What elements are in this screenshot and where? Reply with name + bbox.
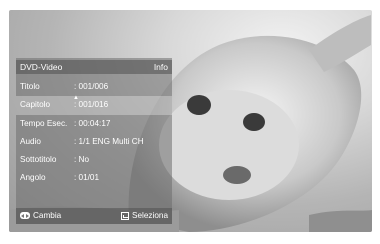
row-label: Audio [20,136,41,146]
row-label: Capitolo [20,100,51,110]
row-value: : 1/1 ENG Multi CH [74,136,144,146]
select-hint: Seleziona [121,211,168,220]
panel-footer: Cambia Seleziona [16,208,172,224]
panel-info-label: Info [153,62,168,72]
row-value: : No [74,155,90,165]
change-hint: Cambia [20,211,61,220]
enter-icon [121,211,130,220]
row-angolo[interactable]: Angolo : 01/01 [16,169,172,187]
row-sottotitolo[interactable]: Sottotitolo : No [16,151,172,169]
select-label: Seleziona [132,211,168,220]
row-value: : 00:04:17 [74,118,111,128]
left-right-arrows-icon [20,212,30,220]
row-label: Angolo [20,173,46,183]
row-label: Sottotitolo [20,155,57,165]
row-value: : 01/01 [74,173,100,183]
row-audio[interactable]: Audio : 1/1 ENG Multi CH [16,133,172,151]
row-value: : 001/016 [74,100,109,110]
row-value: : 001/006 [74,82,109,91]
panel-title: DVD-Video [20,62,63,72]
row-label: Titolo [20,82,40,91]
row-capitolo[interactable]: ▲ Capitolo : 001/016 [16,95,172,115]
row-label: Tempo Esec. [20,118,68,128]
info-panel: DVD-Video Info Titolo : 001/006 ▲ Capito… [16,58,172,224]
change-label: Cambia [33,211,62,220]
info-rows: Titolo : 001/006 ▲ Capitolo : 001/016 Te… [16,78,172,188]
row-tempo-esec[interactable]: Tempo Esec. : 00:04:17 [16,115,172,133]
panel-header: DVD-Video Info [16,60,172,74]
row-titolo[interactable]: Titolo : 001/006 [16,78,172,96]
tv-screen: DVD-Video Info Titolo : 001/006 ▲ Capito… [9,10,372,232]
